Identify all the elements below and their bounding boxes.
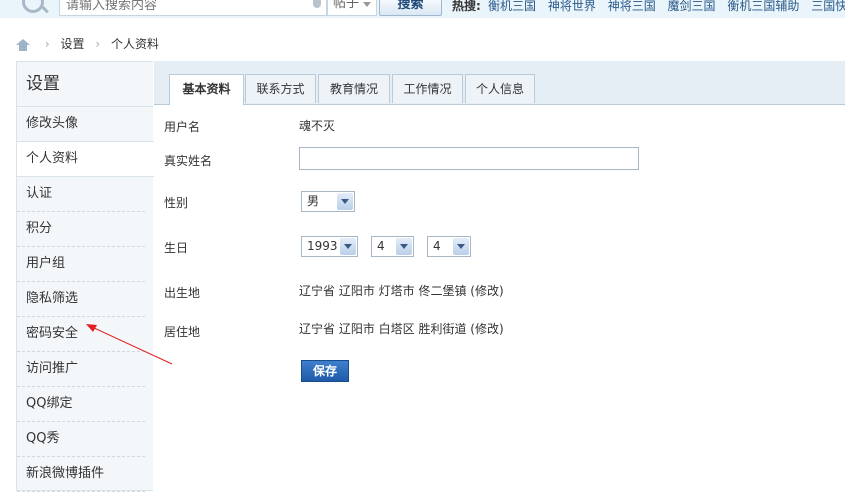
annotation-arrow-icon [86, 324, 173, 365]
